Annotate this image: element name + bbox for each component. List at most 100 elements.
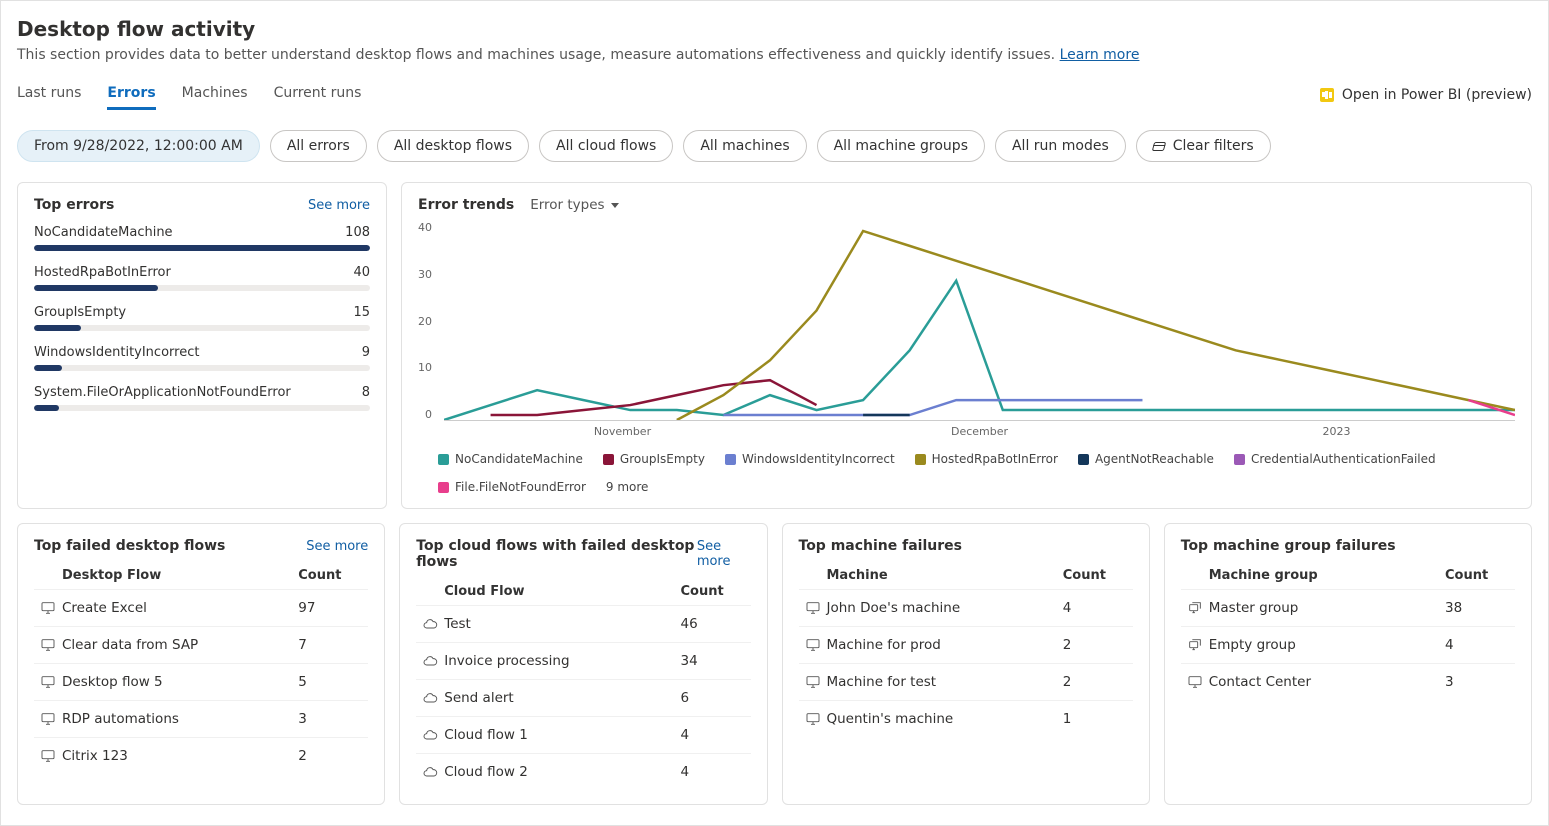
tab-machines[interactable]: Machines	[182, 79, 248, 110]
error-item[interactable]: GroupIsEmpty15	[34, 305, 370, 331]
chart-legend: NoCandidateMachine GroupIsEmpty WindowsIde…	[418, 452, 1515, 494]
filter-all-desktop-flows[interactable]: All desktop flows	[377, 130, 529, 162]
cloud-icon	[422, 727, 438, 743]
legend-label: WindowsIdentityIncorrect	[742, 452, 895, 466]
table-row[interactable]: Machine for test2	[799, 663, 1133, 700]
table-row[interactable]: Quentin's machine1	[799, 700, 1133, 737]
top-errors-see-more[interactable]: See more	[308, 198, 370, 213]
monitor-icon	[805, 674, 821, 690]
error-bar	[34, 325, 370, 331]
monitor-icon	[805, 600, 821, 616]
legend-swatch	[438, 482, 449, 493]
row-name: Test	[444, 616, 680, 632]
open-in-powerbi-label: Open in Power BI (preview)	[1342, 87, 1532, 103]
filter-all-machine-groups[interactable]: All machine groups	[817, 130, 985, 162]
monitor-icon	[40, 674, 56, 690]
powerbi-icon	[1320, 88, 1334, 102]
cloud-icon	[422, 764, 438, 780]
legend-more[interactable]: 9 more	[606, 480, 649, 494]
clear-filters-button[interactable]: Clear filters	[1136, 130, 1271, 162]
table-row[interactable]: RDP automations3	[34, 700, 368, 737]
legend-swatch	[438, 454, 449, 465]
legend-item[interactable]: CredentialAuthenticationFailed	[1234, 452, 1436, 466]
legend-label: HostedRpaBotInError	[932, 452, 1058, 466]
tab-errors[interactable]: Errors	[107, 79, 155, 110]
failed-cloud-see-more[interactable]: See more	[697, 539, 751, 569]
legend-item[interactable]: AgentNotReachable	[1078, 452, 1214, 466]
filter-all-run-modes[interactable]: All run modes	[995, 130, 1126, 162]
error-item[interactable]: NoCandidateMachine108	[34, 225, 370, 251]
table-row[interactable]: Desktop flow 55	[34, 663, 368, 700]
legend-item[interactable]: WindowsIdentityIncorrect	[725, 452, 895, 466]
legend-swatch	[603, 454, 614, 465]
tab-current-runs[interactable]: Current runs	[274, 79, 362, 110]
table-row[interactable]: Empty group4	[1181, 626, 1515, 663]
filter-date-pill[interactable]: From 9/28/2022, 12:00:00 AM	[17, 130, 260, 162]
row-name: Invoice processing	[444, 653, 680, 669]
error-count: 108	[345, 225, 370, 240]
error-types-dropdown[interactable]: Error types	[530, 197, 618, 213]
chart-y-axis: 403020100	[418, 221, 436, 421]
machine-group-icon	[1187, 600, 1203, 616]
table-row[interactable]: Contact Center3	[1181, 663, 1515, 700]
filter-all-cloud-flows[interactable]: All cloud flows	[539, 130, 673, 162]
row-name: Machine for prod	[827, 637, 1063, 653]
group-failures-title: Top machine group failures	[1181, 538, 1396, 554]
legend-label: File.FileNotFoundError	[455, 480, 586, 494]
page-title: Desktop flow activity	[17, 17, 1532, 41]
row-count: 4	[1063, 600, 1133, 616]
legend-swatch	[915, 454, 926, 465]
error-name: WindowsIdentityIncorrect	[34, 345, 199, 360]
col-header: Cloud Flow	[416, 584, 680, 599]
filter-all-errors[interactable]: All errors	[270, 130, 367, 162]
col-header: Machine	[799, 568, 1063, 583]
failed-desktop-title: Top failed desktop flows	[34, 538, 225, 554]
cloud-icon	[422, 653, 438, 669]
open-in-powerbi-button[interactable]: Open in Power BI (preview)	[1320, 87, 1532, 103]
row-name: Cloud flow 2	[444, 764, 680, 780]
tab-last-runs[interactable]: Last runs	[17, 79, 81, 110]
machine-failures-title: Top machine failures	[799, 538, 962, 554]
table-row[interactable]: Master group38	[1181, 589, 1515, 626]
table-row[interactable]: John Doe's machine4	[799, 589, 1133, 626]
table-row[interactable]: Cloud flow 24	[416, 753, 750, 790]
col-header: Count	[1445, 568, 1515, 583]
error-trends-card: Error trends Error types 403020100 Novem…	[401, 182, 1532, 509]
table-row[interactable]: Send alert6	[416, 679, 750, 716]
col-header: Count	[681, 584, 751, 599]
page-description-text: This section provides data to better und…	[17, 47, 1055, 63]
row-count: 2	[1063, 637, 1133, 653]
top-failed-cloud-card: Top cloud flows with failed desktop flow…	[399, 523, 767, 805]
row-name: Create Excel	[62, 600, 298, 616]
top-failed-desktop-card: Top failed desktop flows See more Deskto…	[17, 523, 385, 805]
table-row[interactable]: Test46	[416, 605, 750, 642]
error-item[interactable]: WindowsIdentityIncorrect9	[34, 345, 370, 371]
table-row[interactable]: Machine for prod2	[799, 626, 1133, 663]
table-row[interactable]: Invoice processing34	[416, 642, 750, 679]
monitor-icon	[1187, 674, 1203, 690]
legend-item[interactable]: File.FileNotFoundError	[438, 480, 586, 494]
row-name: Contact Center	[1209, 674, 1445, 690]
top-group-failures-card: Top machine group failures Machine group…	[1164, 523, 1532, 805]
row-count: 34	[681, 653, 751, 669]
col-header: Count	[298, 568, 368, 583]
legend-item[interactable]: NoCandidateMachine	[438, 452, 583, 466]
error-types-label: Error types	[530, 197, 604, 213]
filter-bar: From 9/28/2022, 12:00:00 AM All errors Al…	[17, 130, 1532, 162]
table-row[interactable]: Citrix 1232	[34, 737, 368, 774]
table-row[interactable]: Clear data from SAP7	[34, 626, 368, 663]
error-count: 15	[353, 305, 370, 320]
row-name: Master group	[1209, 600, 1445, 616]
learn-more-link[interactable]: Learn more	[1060, 47, 1140, 63]
error-bar	[34, 365, 370, 371]
table-row[interactable]: Cloud flow 14	[416, 716, 750, 753]
filter-all-machines[interactable]: All machines	[683, 130, 806, 162]
error-item[interactable]: System.FileOrApplicationNotFoundError8	[34, 385, 370, 411]
row-count: 2	[298, 748, 368, 764]
row-name: Quentin's machine	[827, 711, 1063, 727]
legend-item[interactable]: HostedRpaBotInError	[915, 452, 1058, 466]
table-row[interactable]: Create Excel97	[34, 589, 368, 626]
failed-desktop-see-more[interactable]: See more	[306, 539, 368, 554]
legend-item[interactable]: GroupIsEmpty	[603, 452, 705, 466]
error-item[interactable]: HostedRpaBotInError40	[34, 265, 370, 291]
